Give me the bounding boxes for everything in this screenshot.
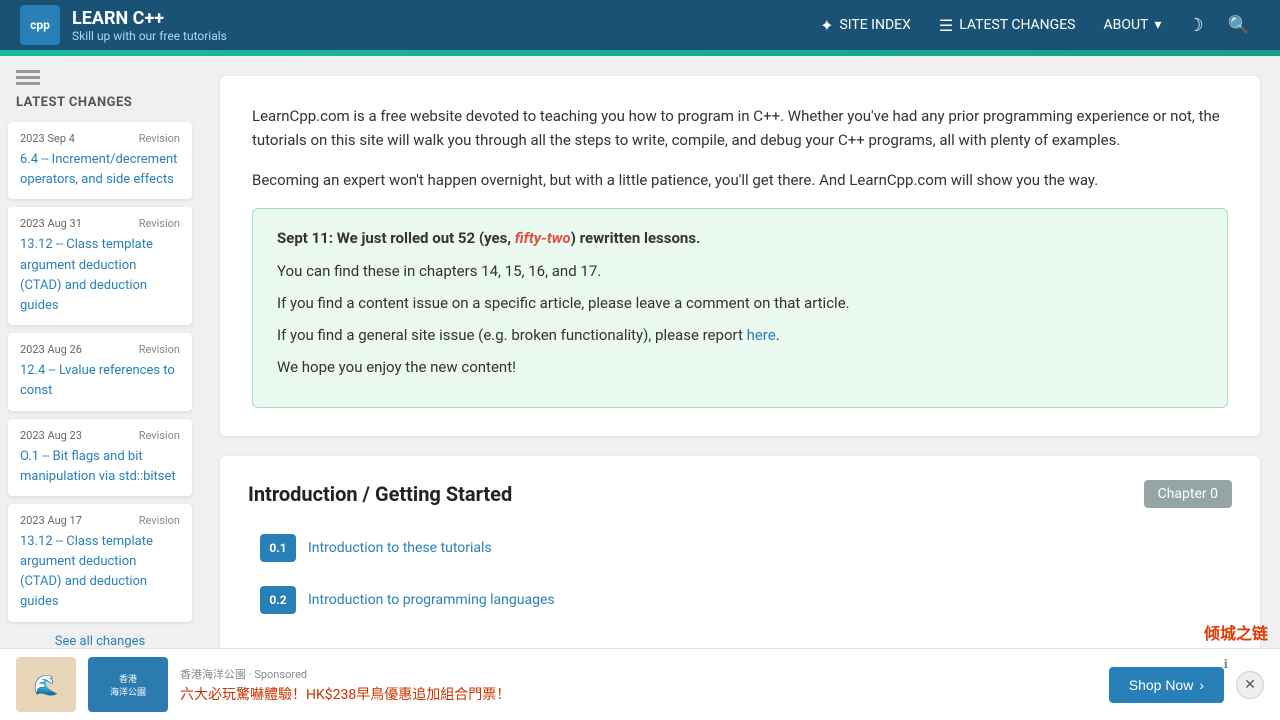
sidebar-item-date: 2023 Aug 17 Revision	[20, 514, 180, 527]
sidebar-item-date: 2023 Sep 4 Revision	[20, 132, 180, 145]
ad-logo: 香港海洋公園	[88, 657, 168, 712]
lesson-number: 0.1	[260, 534, 296, 562]
notice-title-prefix: Sept 11: We just rolled out 52 (yes,	[277, 229, 515, 247]
notice-title-suffix: ) rewritten lessons.	[571, 229, 701, 247]
lesson-link[interactable]: Introduction to these tutorials	[308, 540, 492, 556]
navbar-links: ✦ SITE INDEX ☰ LATEST CHANGES ABOUT ▾ ☽ …	[808, 9, 1260, 42]
chapter-badge: Chapter 0	[1144, 480, 1232, 508]
shop-now-button[interactable]: Shop Now ›	[1109, 667, 1224, 703]
sidebar-item-date: 2023 Aug 23 Revision	[20, 429, 180, 442]
latest-changes-label: LATEST CHANGES	[959, 17, 1075, 33]
search-button[interactable]: 🔍	[1218, 9, 1260, 42]
list-item[interactable]: 2023 Aug 31 Revision 13.12 -- Class temp…	[8, 207, 192, 325]
list-item[interactable]: 0.1 Introduction to these tutorials	[248, 524, 1232, 572]
notice-line-4: We hope you enjoy the new content!	[277, 355, 1203, 379]
site-subtitle: Skill up with our free tutorials	[72, 29, 808, 43]
site-title: LEARN C++	[72, 8, 808, 29]
revision-text: Revision	[139, 429, 180, 442]
chapter-header: Introduction / Getting Started Chapter 0	[248, 480, 1232, 508]
list-item[interactable]: 2023 Aug 26 Revision 12.4 -- Lvalue refe…	[8, 333, 192, 410]
list-item[interactable]: 2023 Aug 17 Revision 13.12 -- Class temp…	[8, 504, 192, 622]
intro-card: LearnCpp.com is a free website devoted t…	[220, 76, 1260, 436]
notice-line-1: You can find these in chapters 14, 15, 1…	[277, 259, 1203, 283]
about-link[interactable]: ABOUT ▾	[1091, 11, 1173, 39]
sidebar-item-date: 2023 Aug 26 Revision	[20, 343, 180, 356]
list-item[interactable]: 2023 Sep 4 Revision 6.4 -- Increment/dec…	[8, 122, 192, 199]
sidebar-item-link[interactable]: O.1 -- Bit flags and bit manipulation vi…	[20, 449, 176, 484]
sidebar-item-link[interactable]: 12.4 -- Lvalue references to const	[20, 363, 175, 398]
sidebar-item-link[interactable]: 6.4 -- Increment/decrement operators, an…	[20, 152, 177, 187]
notice-line-3-suffix: .	[776, 326, 780, 344]
latest-changes-link[interactable]: ☰ LATEST CHANGES	[927, 10, 1088, 41]
revision-text: Revision	[139, 514, 180, 527]
sidebar-collapse-button[interactable]	[16, 76, 40, 79]
site-index-label: SITE INDEX	[839, 17, 910, 33]
chevron-down-icon: ▾	[1154, 17, 1161, 33]
list-item[interactable]: 0.2 Introduction to programming language…	[248, 576, 1232, 624]
arrow-icon: ›	[1199, 677, 1204, 693]
lesson-link[interactable]: Introduction to programming languages	[308, 592, 555, 608]
ad-close-button[interactable]: ✕	[1236, 671, 1264, 699]
ad-content: 香港海洋公園 · Sponsored 六大必玩驚嚇體驗！HK$238早鳥優惠追加…	[180, 666, 1109, 704]
chapter-title: Introduction / Getting Started	[248, 482, 512, 506]
notice-highlight: fifty-two	[515, 229, 571, 247]
ad-text: 六大必玩驚嚇體驗！HK$238早鳥優惠追加組合門票！	[180, 684, 1109, 704]
ad-info-icon[interactable]: ℹ	[1223, 657, 1228, 671]
about-label: ABOUT	[1103, 17, 1148, 33]
lesson-number: 0.2	[260, 586, 296, 614]
sidebar-item-link[interactable]: 13.12 -- Class template argument deducti…	[20, 237, 153, 313]
sidebar-title: LATEST CHANGES	[0, 95, 200, 122]
site-logo: cpp	[20, 5, 60, 45]
ad-image: 🌊	[16, 657, 76, 712]
page-layout: LATEST CHANGES 2023 Sep 4 Revision 6.4 -…	[0, 56, 1280, 720]
revision-text: Revision	[139, 343, 180, 356]
sidebar-item-link[interactable]: 13.12 -- Class template argument deducti…	[20, 534, 153, 610]
revision-text: Revision	[139, 217, 180, 230]
intro-paragraph-1: LearnCpp.com is a free website devoted t…	[252, 104, 1228, 152]
ad-banner: 🌊 香港海洋公園 香港海洋公園 · Sponsored 六大必玩驚嚇體驗！HK$…	[0, 648, 1280, 720]
date-text: 2023 Aug 31	[20, 217, 82, 230]
date-text: 2023 Aug 26	[20, 343, 82, 356]
dark-mode-button[interactable]: ☽	[1177, 9, 1213, 42]
navbar-brand: LEARN C++ Skill up with our free tutoria…	[72, 8, 808, 43]
sidebar-item-date: 2023 Aug 31 Revision	[20, 217, 180, 230]
notice-box: Sept 11: We just rolled out 52 (yes, fif…	[252, 208, 1228, 408]
main-content: LearnCpp.com is a free website devoted t…	[200, 56, 1280, 720]
date-text: 2023 Aug 17	[20, 514, 82, 527]
notice-line-3-prefix: If you find a general site issue (e.g. b…	[277, 326, 747, 344]
sidebar: LATEST CHANGES 2023 Sep 4 Revision 6.4 -…	[0, 56, 200, 720]
ad-sponsor-label: 香港海洋公園 · Sponsored	[180, 666, 1109, 682]
shop-now-label: Shop Now	[1129, 677, 1194, 693]
chapter-card: Introduction / Getting Started Chapter 0…	[220, 456, 1260, 652]
notice-line-3: If you find a general site issue (e.g. b…	[277, 323, 1203, 347]
compass-icon: ✦	[820, 16, 833, 35]
notice-line-2-text: If you find a content issue on a specifi…	[277, 294, 850, 312]
navbar: cpp LEARN C++ Skill up with our free tut…	[0, 0, 1280, 50]
list-icon: ☰	[939, 16, 953, 35]
notice-line-2: If you find a content issue on a specifi…	[277, 291, 1203, 315]
watermark: 倾城之链	[1204, 620, 1268, 644]
site-index-link[interactable]: ✦ SITE INDEX	[808, 10, 923, 41]
date-text: 2023 Aug 23	[20, 429, 82, 442]
notice-title: Sept 11: We just rolled out 52 (yes, fif…	[277, 229, 1203, 247]
date-text: 2023 Sep 4	[20, 132, 75, 145]
revision-text: Revision	[139, 132, 180, 145]
intro-paragraph-2: Becoming an expert won't happen overnigh…	[252, 168, 1228, 192]
here-link[interactable]: here	[747, 326, 776, 344]
list-item[interactable]: 2023 Aug 23 Revision O.1 -- Bit flags an…	[8, 419, 192, 496]
